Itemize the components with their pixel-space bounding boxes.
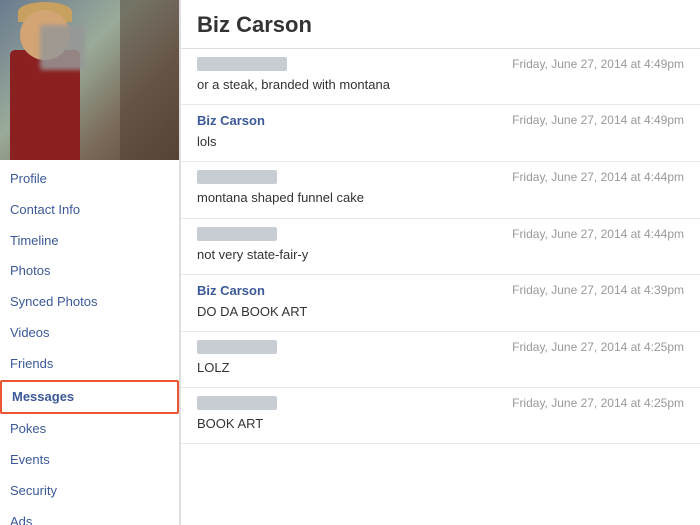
message-timestamp: Friday, June 27, 2014 at 4:25pm (512, 396, 684, 410)
sidebar-item-messages[interactable]: Messages (0, 380, 179, 415)
message-row: Biz Carson Friday, June 27, 2014 at 4:39p… (197, 283, 684, 298)
sidebar-item-contact-info[interactable]: Contact Info (0, 195, 179, 226)
message-block: Biz Carson Friday, June 27, 2014 at 4:49p… (181, 105, 700, 162)
message-row: Friday, June 27, 2014 at 4:49pm (197, 57, 684, 71)
message-row: Friday, June 27, 2014 at 4:25pm (197, 396, 684, 410)
page-header: Biz Carson (181, 0, 700, 49)
main-content: Biz Carson Friday, June 27, 2014 at 4:49… (180, 0, 700, 525)
message-block: Friday, June 27, 2014 at 4:25pm LOLZ (181, 332, 700, 388)
message-timestamp: Friday, June 27, 2014 at 4:49pm (512, 57, 684, 71)
photo-bar (120, 0, 180, 160)
message-avatar (197, 396, 277, 410)
sidebar-item-photos[interactable]: Photos (0, 256, 179, 287)
message-block: Biz Carson Friday, June 27, 2014 at 4:39p… (181, 275, 700, 332)
message-text: BOOK ART (197, 412, 684, 433)
message-text: LOLZ (197, 356, 684, 377)
message-sender: Biz Carson (197, 113, 265, 128)
message-text: DO DA BOOK ART (197, 300, 684, 321)
sidebar-item-profile[interactable]: Profile (0, 164, 179, 195)
message-block: Friday, June 27, 2014 at 4:25pm BOOK ART (181, 388, 700, 444)
message-row: Biz Carson Friday, June 27, 2014 at 4:49p… (197, 113, 684, 128)
sidebar-item-events[interactable]: Events (0, 445, 179, 476)
message-avatar (197, 57, 287, 71)
page-title: Biz Carson (197, 12, 684, 38)
sidebar-item-synced-photos[interactable]: Synced Photos (0, 287, 179, 318)
message-text: not very state-fair-y (197, 243, 684, 264)
message-timestamp: Friday, June 27, 2014 at 4:39pm (512, 283, 684, 297)
message-timestamp: Friday, June 27, 2014 at 4:25pm (512, 340, 684, 354)
messages-list: Friday, June 27, 2014 at 4:49pm or a stea… (181, 49, 700, 444)
message-avatar (197, 340, 277, 354)
profile-photo (0, 0, 180, 160)
sidebar-item-ads[interactable]: Ads (0, 507, 179, 525)
message-text: lols (197, 130, 684, 151)
message-row: Friday, June 27, 2014 at 4:44pm (197, 170, 684, 184)
message-timestamp: Friday, June 27, 2014 at 4:44pm (512, 170, 684, 184)
message-text: montana shaped funnel cake (197, 186, 684, 207)
message-avatar (197, 227, 277, 241)
message-sender: Biz Carson (197, 283, 265, 298)
message-row: Friday, June 27, 2014 at 4:25pm (197, 340, 684, 354)
message-row: Friday, June 27, 2014 at 4:44pm (197, 227, 684, 241)
face-blur (40, 25, 85, 70)
sidebar-item-friends[interactable]: Friends (0, 349, 179, 380)
sidebar-item-pokes[interactable]: Pokes (0, 414, 179, 445)
sidebar-item-timeline[interactable]: Timeline (0, 226, 179, 257)
message-timestamp: Friday, June 27, 2014 at 4:44pm (512, 227, 684, 241)
message-text: or a steak, branded with montana (197, 73, 684, 94)
sidebar-item-security[interactable]: Security (0, 476, 179, 507)
message-avatar (197, 170, 277, 184)
message-block: Friday, June 27, 2014 at 4:44pm montana s… (181, 162, 700, 218)
sidebar-item-videos[interactable]: Videos (0, 318, 179, 349)
message-block: Friday, June 27, 2014 at 4:49pm or a stea… (181, 49, 700, 105)
message-timestamp: Friday, June 27, 2014 at 4:49pm (512, 113, 684, 127)
sidebar: ProfileContact InfoTimelinePhotosSynced … (0, 0, 180, 525)
message-block: Friday, June 27, 2014 at 4:44pm not very … (181, 219, 700, 275)
sidebar-nav: ProfileContact InfoTimelinePhotosSynced … (0, 160, 179, 525)
